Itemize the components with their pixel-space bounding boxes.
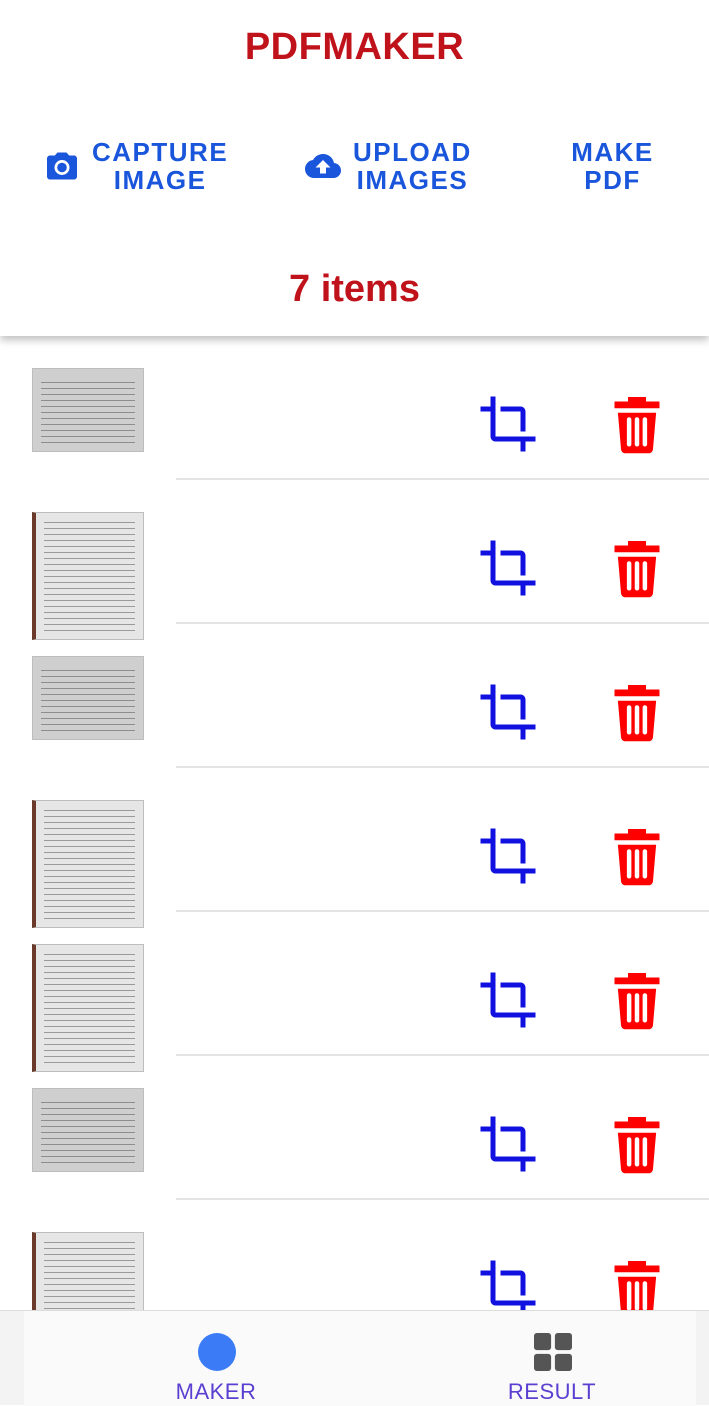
crop-icon — [480, 396, 536, 452]
list-item — [0, 912, 709, 1072]
upload-label-line1: UPLOAD — [353, 137, 472, 167]
crop-button[interactable] — [478, 538, 538, 598]
app-title: PDFMAKER — [244, 26, 465, 68]
circle-icon — [198, 1333, 236, 1371]
image-list — [0, 336, 709, 1310]
page-thumbnail[interactable] — [32, 512, 144, 640]
crop-button[interactable] — [478, 1114, 538, 1174]
list-item — [0, 336, 709, 480]
list-item — [0, 480, 709, 640]
list-item — [0, 1056, 709, 1200]
make-label-line2: PDF — [584, 165, 641, 195]
delete-button[interactable] — [610, 682, 664, 742]
nav-tab-maker[interactable]: MAKER — [116, 1311, 316, 1406]
cloud-upload-icon — [305, 154, 341, 178]
page-thumbnail[interactable] — [32, 1232, 144, 1310]
crop-icon — [480, 972, 536, 1028]
delete-button[interactable] — [610, 394, 664, 454]
list-item — [0, 624, 709, 768]
bottom-nav-bar: MAKER RESULT — [24, 1311, 696, 1406]
crop-button[interactable] — [478, 970, 538, 1030]
list-item — [0, 1200, 709, 1310]
nav-maker-label: MAKER — [175, 1379, 257, 1404]
nav-tab-result[interactable]: RESULT — [452, 1311, 652, 1406]
item-count: 7 items — [289, 268, 420, 310]
crop-icon — [480, 1116, 536, 1172]
trash-icon — [614, 973, 660, 1030]
delete-button[interactable] — [610, 1114, 664, 1174]
delete-button[interactable] — [610, 826, 664, 886]
capture-label-line2: IMAGE — [113, 165, 207, 195]
trash-icon — [614, 397, 660, 454]
upload-images-button[interactable]: UPLOAD IMAGES — [305, 136, 472, 196]
crop-icon — [480, 1260, 536, 1310]
page-thumbnail[interactable] — [32, 800, 144, 928]
crop-button[interactable] — [478, 826, 538, 886]
page-thumbnail[interactable] — [32, 1088, 144, 1172]
delete-button[interactable] — [610, 1258, 664, 1310]
trash-icon — [614, 1117, 660, 1174]
crop-button[interactable] — [478, 682, 538, 742]
crop-icon — [480, 828, 536, 884]
list-item — [0, 768, 709, 928]
capture-label-line1: CAPTURE — [92, 137, 229, 167]
trash-icon — [614, 1261, 660, 1310]
upload-label-line2: IMAGES — [356, 165, 469, 195]
make-pdf-button[interactable]: MAKE PDF — [555, 136, 670, 196]
camera-icon — [47, 152, 77, 180]
crop-icon — [480, 684, 536, 740]
trash-icon — [614, 829, 660, 886]
make-label-line1: MAKE — [571, 137, 654, 167]
page-thumbnail[interactable] — [32, 368, 144, 452]
nav-result-label: RESULT — [507, 1379, 597, 1404]
trash-icon — [614, 541, 660, 598]
capture-image-button[interactable]: CAPTURE IMAGE — [44, 136, 228, 196]
bottom-navigation: MAKER RESULT — [0, 1310, 709, 1406]
app-header: PDFMAKER CAPTURE IMAGE UPLOAD IMAGES MAK… — [0, 0, 709, 336]
crop-icon — [480, 540, 536, 596]
grid-icon — [534, 1333, 572, 1371]
page-thumbnail[interactable] — [32, 656, 144, 740]
crop-button[interactable] — [478, 1258, 538, 1310]
page-thumbnail[interactable] — [32, 944, 144, 1072]
trash-icon — [614, 685, 660, 742]
delete-button[interactable] — [610, 970, 664, 1030]
delete-button[interactable] — [610, 538, 664, 598]
crop-button[interactable] — [478, 394, 538, 454]
